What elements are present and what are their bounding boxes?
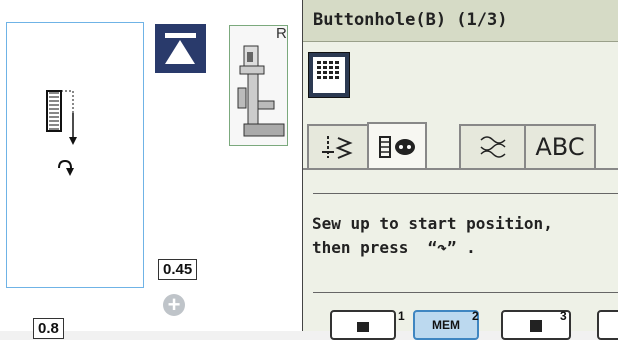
memory-slot-1-button[interactable] bbox=[330, 310, 396, 340]
needle-up-icon bbox=[165, 33, 196, 64]
memory-slot-icon bbox=[530, 320, 542, 332]
memory-slot-1-number: 1 bbox=[398, 309, 405, 323]
utility-stitch-icon bbox=[322, 136, 353, 159]
memory-slot-2-label: MEM bbox=[432, 318, 460, 332]
instruction-line-2: then press “↷” . bbox=[312, 238, 476, 257]
presser-foot-letter: R bbox=[276, 25, 287, 42]
tab-baseline bbox=[303, 168, 618, 170]
alphabet-tab-label: ABC bbox=[535, 133, 585, 161]
decorative-stitch-icon bbox=[479, 136, 506, 158]
needle-stop-position-button[interactable] bbox=[155, 24, 206, 73]
stitch-length-value[interactable]: 0.8 bbox=[33, 318, 64, 339]
memory-slot-3-number: 3 bbox=[560, 309, 567, 323]
memory-card-icon bbox=[313, 57, 345, 93]
tab-buttonhole[interactable] bbox=[367, 122, 427, 170]
instruction-line-1: Sew up to start position, bbox=[312, 214, 553, 233]
memory-slot-2-button[interactable]: MEM bbox=[413, 310, 479, 340]
pattern-memory-button[interactable] bbox=[308, 52, 350, 98]
memory-slot-4-button[interactable] bbox=[597, 310, 618, 340]
tab-utility-stitch[interactable] bbox=[307, 124, 369, 168]
tab-alphabet[interactable]: ABC bbox=[524, 124, 596, 168]
presser-foot-r-icon bbox=[237, 45, 285, 137]
buttonhole-icon bbox=[379, 136, 415, 158]
stitch-preview bbox=[6, 22, 144, 288]
presser-foot-indicator bbox=[229, 25, 288, 146]
divider bbox=[313, 292, 618, 293]
increase-button[interactable]: + bbox=[163, 294, 185, 316]
instruction-message: Sew up to start position, then press “↷”… bbox=[312, 212, 553, 260]
stitch-width-value[interactable]: 0.45 bbox=[158, 259, 198, 280]
buttonhole-diagram-icon bbox=[46, 90, 77, 176]
tab-decorative-stitch[interactable] bbox=[459, 124, 526, 168]
divider bbox=[313, 193, 618, 194]
page-title: Buttonhole(B) (1/3) bbox=[313, 10, 508, 30]
memory-slot-2-number: 2 bbox=[472, 309, 479, 323]
memory-slot-icon bbox=[357, 322, 369, 332]
